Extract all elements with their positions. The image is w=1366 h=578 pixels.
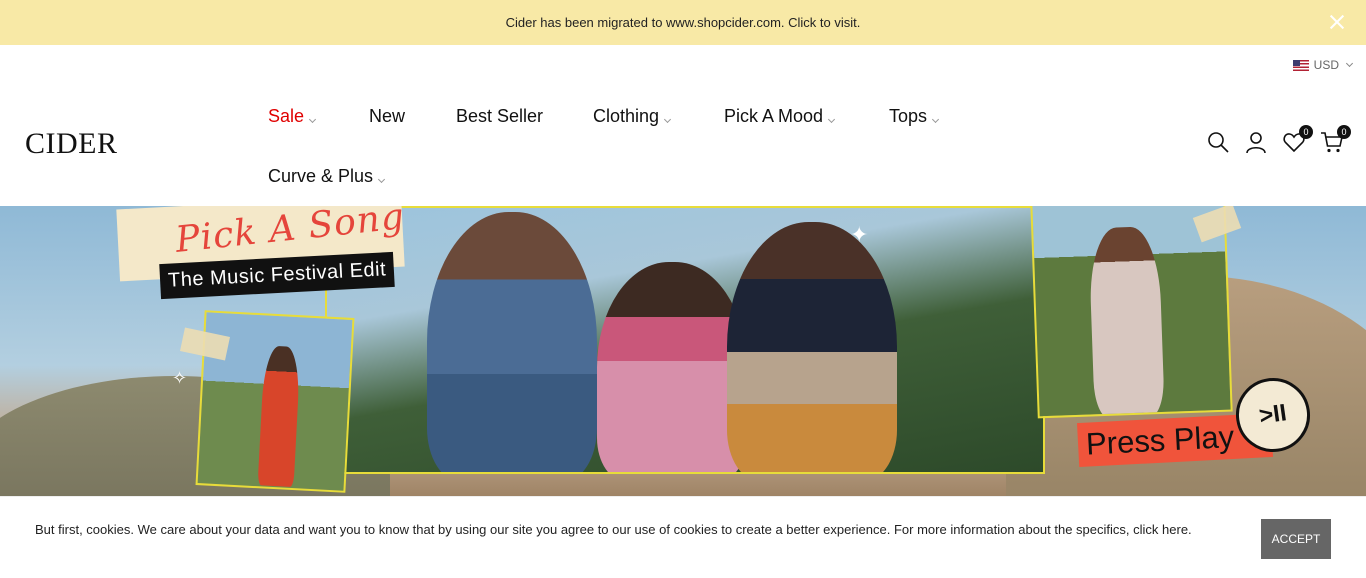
nav-item-clothing[interactable]: Clothing	[593, 106, 672, 127]
nav-item-label: Clothing	[593, 106, 660, 126]
nav-item-new[interactable]: New	[369, 106, 405, 127]
currency-selector[interactable]: USD	[1292, 58, 1354, 72]
cookie-link[interactable]: here.	[1162, 522, 1192, 537]
hero-banner[interactable]: Pick A Song The Music Festival Edit ✦ ✧ …	[0, 206, 1366, 496]
nav-item-tops[interactable]: Tops	[889, 106, 940, 127]
hero-model	[427, 212, 597, 472]
currency-label: USD	[1313, 58, 1339, 72]
cookie-text: But first, cookies. We care about your d…	[35, 522, 1163, 537]
cart-count-badge: 0	[1337, 125, 1351, 139]
hero-model	[1088, 226, 1165, 419]
us-flag-icon	[1292, 59, 1309, 71]
cookie-message: But first, cookies. We care about your d…	[35, 517, 1240, 542]
announcement-text[interactable]: Cider has been migrated to www.shopcider…	[506, 15, 861, 30]
sparkle-icon: ✦	[850, 222, 869, 247]
nav-item-label: New	[369, 106, 406, 126]
chevron-down-icon	[308, 115, 317, 124]
announcement-bar[interactable]: Cider has been migrated to www.shopcider…	[0, 0, 1366, 45]
hero-model	[257, 345, 301, 488]
wishlist-count-badge: 0	[1299, 125, 1313, 139]
hero-model	[727, 222, 897, 472]
hero-main-photo	[325, 206, 1045, 474]
nav-item-label: Pick A Mood	[724, 106, 824, 126]
nav-item-best-seller[interactable]: Best Seller	[456, 106, 543, 127]
cart-icon[interactable]: 0	[1320, 125, 1351, 154]
chevron-down-icon	[378, 175, 386, 184]
nav-item-label: Tops	[889, 106, 928, 126]
nav-item-pick-a-mood[interactable]: Pick A Mood	[724, 106, 836, 127]
user-icon[interactable]	[1244, 130, 1268, 154]
nav-item-label: Best Seller	[456, 106, 544, 126]
nav-item-sale[interactable]: Sale	[268, 106, 317, 127]
chevron-down-icon	[931, 115, 940, 124]
nav-item-curve-plus[interactable]: Curve & Plus	[268, 166, 386, 187]
chevron-down-icon	[1345, 59, 1354, 68]
chevron-down-icon	[828, 115, 836, 124]
nav-item-label: Sale	[268, 106, 305, 126]
accept-cookies-button[interactable]: ACCEPT	[1261, 519, 1331, 559]
site-logo[interactable]: CIDER	[25, 127, 118, 161]
chevron-down-icon	[664, 115, 672, 124]
hero-model	[597, 262, 747, 472]
cookie-banner: But first, cookies. We care about your d…	[0, 496, 1366, 578]
sparkle-icon: ✧	[172, 368, 188, 388]
heart-icon[interactable]: 0	[1282, 125, 1313, 154]
close-icon[interactable]	[1326, 11, 1348, 33]
nav-item-label: Curve & Plus	[268, 166, 374, 186]
search-icon[interactable]	[1206, 130, 1230, 154]
